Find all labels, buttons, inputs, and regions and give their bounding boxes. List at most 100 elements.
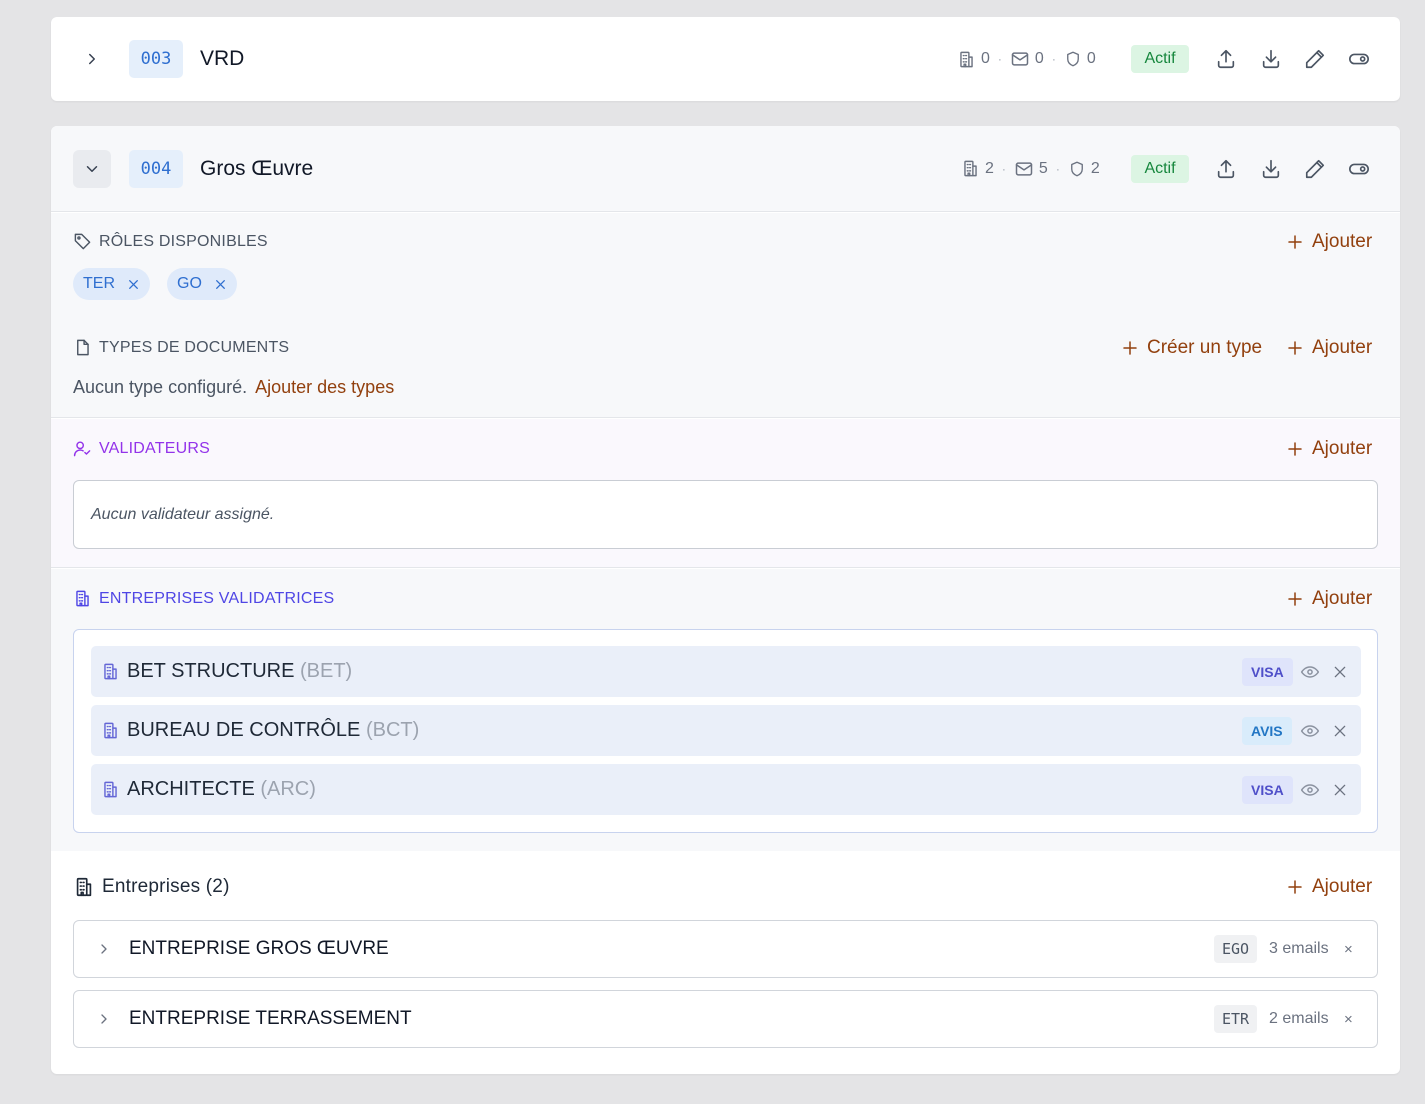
- create-type-button[interactable]: Créer un type: [1121, 337, 1262, 359]
- validating-companies-section-label: ENTREPRISES VALIDATRICES: [73, 589, 334, 608]
- building-icon: [961, 159, 980, 178]
- role-chip: GO: [167, 268, 237, 300]
- lot-header[interactable]: 003 VRD 0 · 0 · 0 Actif: [51, 17, 1400, 101]
- doctypes-empty: Aucun type configuré. Ajouter des types: [73, 377, 394, 398]
- pencil-icon[interactable]: [1302, 46, 1328, 72]
- lot-header[interactable]: 004 Gros Œuvre 2 · 5 · 2 Actif: [51, 126, 1400, 212]
- close-icon[interactable]: ×: [1344, 1011, 1353, 1028]
- document-icon: [73, 338, 92, 357]
- toggle-icon[interactable]: [1346, 156, 1372, 182]
- company-emails: 2 emails: [1269, 1010, 1329, 1027]
- plus-icon: [1286, 878, 1304, 896]
- close-icon[interactable]: [1332, 664, 1348, 680]
- close-icon[interactable]: [1332, 782, 1348, 798]
- company-name-text: BET STRUCTURE: [127, 660, 295, 682]
- download-icon[interactable]: [1258, 46, 1284, 72]
- upload-icon[interactable]: [1213, 156, 1239, 182]
- close-icon[interactable]: ×: [1344, 941, 1353, 958]
- validators-count: 0: [1086, 50, 1096, 67]
- plus-icon: [1286, 233, 1304, 251]
- building-icon: [101, 662, 120, 681]
- role-chip: TER: [73, 268, 150, 300]
- separator-dot: ·: [1051, 52, 1056, 66]
- doctypes-section-label: TYPES DE DOCUMENTS: [73, 338, 289, 357]
- eye-icon[interactable]: [1300, 780, 1320, 800]
- lot-code: 004: [129, 149, 183, 188]
- lot-code: 003: [129, 40, 183, 78]
- plus-icon: [1286, 339, 1304, 357]
- mail-icon: [1010, 49, 1030, 69]
- validating-company-row: BET STRUCTURE (BET) VISA: [91, 646, 1361, 697]
- validators-empty-text: Aucun validateur assigné.: [91, 505, 275, 523]
- company-row[interactable]: ENTREPRISE TERRASSEMENT ETR 2 emails ×: [73, 990, 1378, 1048]
- role-badge[interactable]: VISA: [1242, 775, 1293, 804]
- doctypes-empty-text: Aucun type configuré.: [73, 377, 248, 397]
- shield-icon: [1064, 50, 1082, 68]
- chevron-down-icon[interactable]: [73, 149, 111, 188]
- add-types-link[interactable]: Ajouter des types: [255, 377, 394, 398]
- add-validator-label: Ajouter: [1312, 438, 1373, 459]
- add-company-button[interactable]: Ajouter: [1286, 876, 1372, 898]
- plus-icon: [1121, 339, 1139, 357]
- close-icon[interactable]: [214, 278, 227, 291]
- download-icon[interactable]: [1258, 156, 1284, 182]
- create-type-label: Créer un type: [1147, 337, 1263, 358]
- company-row[interactable]: ENTREPRISE GROS ŒUVRE EGO 3 emails ×: [73, 920, 1378, 978]
- role-chip-label: TER: [83, 275, 115, 292]
- user-check-icon: [73, 439, 92, 458]
- building-icon: [101, 780, 120, 799]
- companies-section-label: Entreprises (2): [73, 876, 230, 898]
- chevron-right-icon[interactable]: [96, 941, 112, 957]
- role-chip-label: GO: [177, 275, 202, 292]
- companies-label: Entreprises (2): [102, 876, 230, 897]
- chevron-right-icon[interactable]: [96, 1011, 112, 1027]
- add-doctype-button[interactable]: Ajouter: [1286, 337, 1372, 359]
- company-name: ENTREPRISE GROS ŒUVRE: [129, 938, 389, 959]
- add-company-label: Ajouter: [1312, 876, 1373, 897]
- plus-icon: [1286, 590, 1304, 608]
- toggle-icon[interactable]: [1346, 46, 1372, 72]
- role-badge[interactable]: VISA: [1242, 657, 1293, 686]
- company-abbr: (BET): [299, 660, 353, 682]
- company-name-text: ARCHITECTE: [127, 778, 255, 800]
- validating-company-name: BUREAU DE CONTRÔLE (BCT): [127, 719, 419, 742]
- roles-section-label: RÔLES DISPONIBLES: [73, 232, 268, 251]
- plus-icon: [1286, 440, 1304, 458]
- add-role-button[interactable]: Ajouter: [1286, 231, 1372, 253]
- lot-title: Gros Œuvre: [200, 156, 314, 180]
- status-badge: Actif: [1131, 154, 1189, 183]
- add-validating-company-button[interactable]: Ajouter: [1286, 588, 1372, 610]
- upload-icon[interactable]: [1213, 46, 1239, 72]
- roles-label: RÔLES DISPONIBLES: [99, 232, 268, 250]
- tag-icon: [73, 232, 92, 251]
- chevron-right-icon[interactable]: [73, 40, 111, 78]
- emails-count: 5: [1038, 159, 1048, 177]
- mail-icon: [1014, 159, 1034, 179]
- company-abbr: (ARC): [260, 778, 316, 800]
- validating-company-row: BUREAU DE CONTRÔLE (BCT) AVIS: [91, 705, 1361, 756]
- company-name: ENTREPRISE TERRASSEMENT: [129, 1008, 412, 1029]
- close-icon[interactable]: [127, 278, 140, 291]
- lot-stats: 0 · 0 · 0: [957, 49, 1096, 69]
- eye-icon[interactable]: [1300, 721, 1320, 741]
- validators-count: 2: [1090, 159, 1100, 177]
- company-code: EGO: [1214, 935, 1258, 963]
- add-validating-company-label: Ajouter: [1312, 588, 1373, 609]
- lot-card-003: 003 VRD 0 · 0 · 0 Actif: [51, 17, 1400, 101]
- pencil-icon[interactable]: [1302, 156, 1328, 182]
- role-badge[interactable]: AVIS: [1242, 716, 1292, 745]
- eye-icon[interactable]: [1300, 662, 1320, 682]
- company-name-text: BUREAU DE CONTRÔLE: [127, 719, 361, 741]
- add-validator-button[interactable]: Ajouter: [1286, 438, 1372, 460]
- companies-count: 2: [985, 159, 994, 177]
- status-badge: Actif: [1131, 45, 1189, 73]
- company-abbr: (BCT): [365, 719, 420, 741]
- add-doctype-label: Ajouter: [1312, 337, 1373, 358]
- close-icon[interactable]: [1332, 723, 1348, 739]
- validating-company-name: ARCHITECTE (ARC): [127, 778, 316, 801]
- separator-dot: ·: [997, 52, 1002, 66]
- validators-label: VALIDATEURS: [99, 439, 210, 457]
- company-code: ETR: [1214, 1005, 1258, 1033]
- companies-count: 0: [981, 50, 990, 67]
- validating-company-row: ARCHITECTE (ARC) VISA: [91, 764, 1361, 815]
